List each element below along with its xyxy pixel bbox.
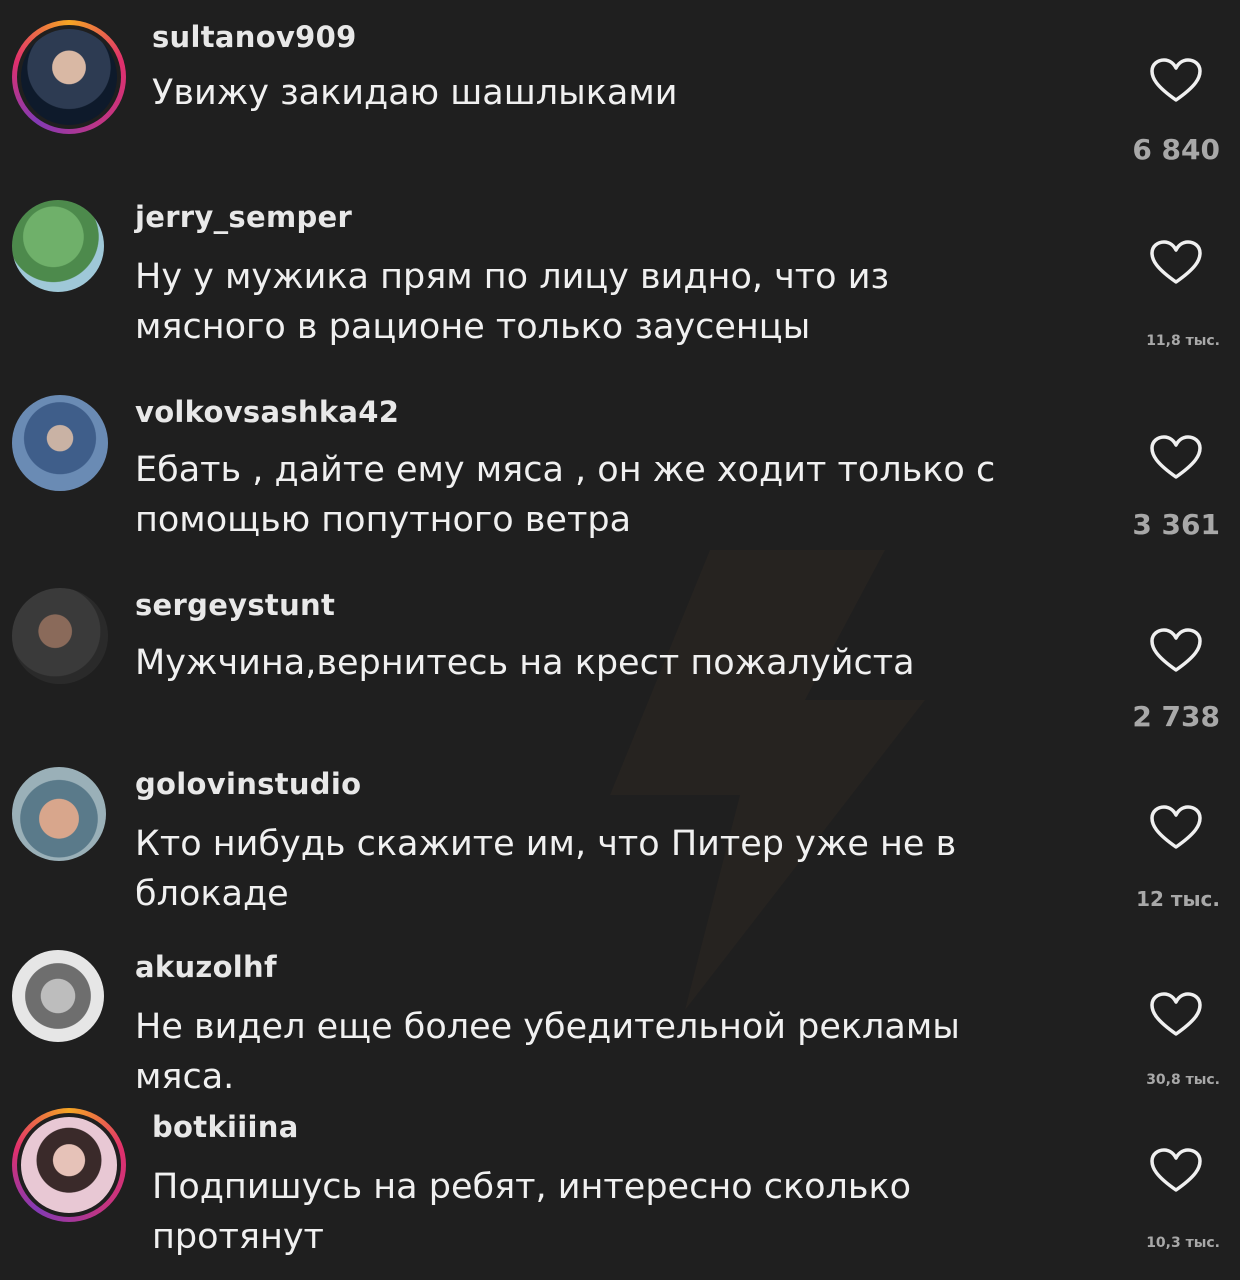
comment-item: akuzolhf Не видел еще более убедительной… [0,940,1240,1110]
comment-username[interactable]: sergeystunt [135,588,335,622]
like-count: 3 361 [1132,508,1220,541]
like-count: 11,8 тыс. [1146,333,1220,349]
avatar[interactable] [12,767,106,861]
like-count: 10,3 тыс. [1146,1235,1220,1251]
comment-text: Не видел еще более убедительной рекламы … [135,1007,960,1097]
comment-item: botkiiina Подпишусь на ребят, интересно … [0,1100,1240,1280]
comment-item: sultanov909 Увижу закидаю шашлыками 6 84… [0,0,1240,180]
comment-text: Ну у мужика прям по лицу видно, что из м… [135,257,890,347]
comment-item: golovinstudio Кто нибудь скажите им, что… [0,755,1240,940]
comment-username[interactable]: golovinstudio [135,767,361,801]
like-count: 12 тыс. [1136,887,1220,911]
heart-outline-icon[interactable] [1150,805,1202,851]
heart-outline-icon[interactable] [1150,58,1202,104]
comment-text: Мужчина,вернитесь на крест пожалуйста [135,643,915,683]
comment-item: volkovsashka42 Ебать , дайте ему мяса , … [0,375,1240,570]
avatar[interactable] [12,1108,126,1222]
heart-outline-icon[interactable] [1150,240,1202,286]
avatar[interactable] [12,950,104,1042]
heart-outline-icon[interactable] [1150,1148,1202,1194]
avatar[interactable] [12,588,108,684]
comment-text: Подпишусь на ребят, интересно сколько пр… [152,1167,912,1257]
comment-item: sergeystunt Мужчина,вернитесь на крест п… [0,570,1240,755]
heart-outline-icon[interactable] [1150,992,1202,1038]
like-count: 6 840 [1132,133,1220,166]
comment-text: Кто нибудь скажите им, что Питер уже не … [135,824,957,914]
comment-username[interactable]: volkovsashka42 [135,395,399,429]
comment-item: jerry_semper Ну у мужика прям по лицу ви… [0,180,1240,370]
comment-username[interactable]: akuzolhf [135,950,277,984]
avatar[interactable] [12,395,108,491]
comment-username[interactable]: botkiiina [152,1110,299,1144]
like-count: 2 738 [1132,700,1220,733]
heart-outline-icon[interactable] [1150,435,1202,481]
comment-text: Увижу закидаю шашлыками [152,73,678,113]
comment-username[interactable]: sultanov909 [152,20,357,54]
avatar[interactable] [12,200,104,292]
comment-text: Ебать , дайте ему мяса , он же ходит тол… [135,450,996,540]
like-count: 30,8 тыс. [1146,1072,1220,1088]
heart-outline-icon[interactable] [1150,628,1202,674]
avatar[interactable] [12,20,126,134]
comment-username[interactable]: jerry_semper [135,200,352,234]
